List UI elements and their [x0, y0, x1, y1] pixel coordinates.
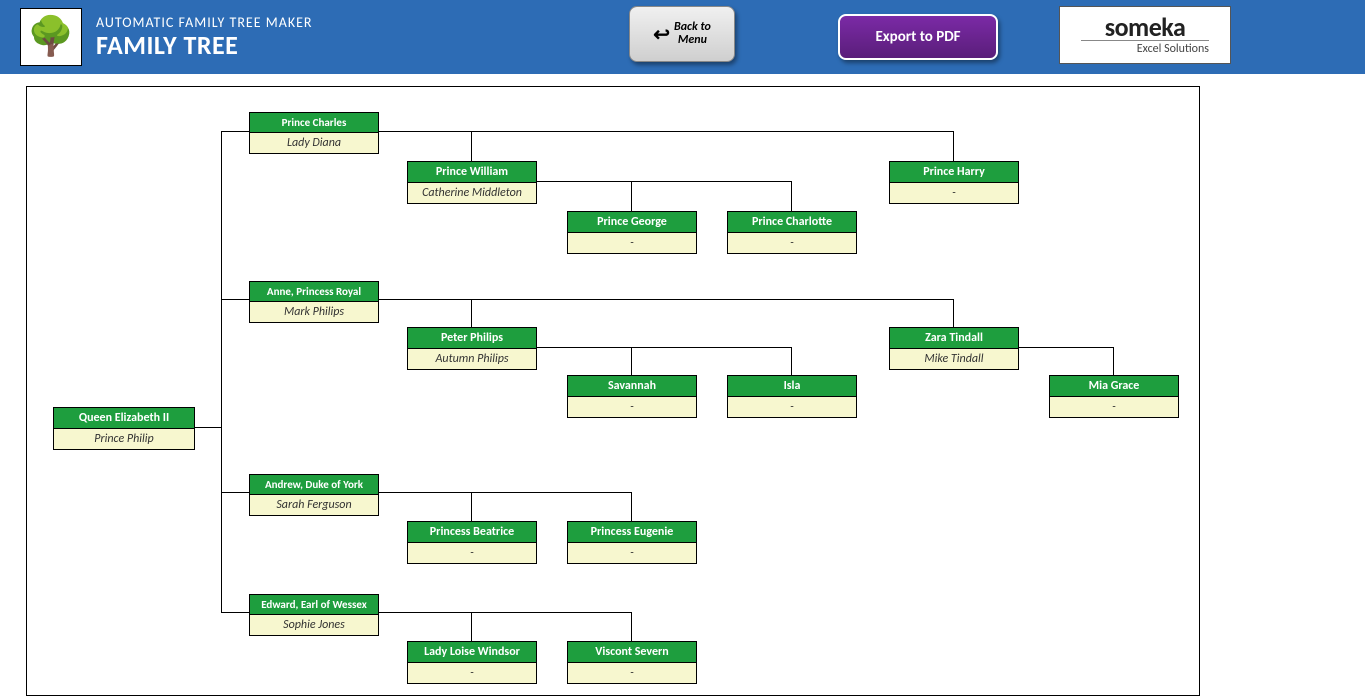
person-zara-tindall[interactable]: Zara Tindall Mike Tindall — [889, 327, 1019, 370]
connector — [471, 131, 472, 161]
family-tree-canvas: Queen Elizabeth II Prince Philip Prince … — [26, 86, 1200, 696]
person-savannah[interactable]: Savannah - — [567, 375, 697, 418]
person-name: Peter Philips — [408, 328, 536, 349]
person-spouse: - — [568, 543, 696, 563]
person-spouse: Mike Tindall — [890, 349, 1018, 369]
connector — [221, 492, 249, 493]
person-prince-william[interactable]: Prince William Catherine Middleton — [407, 161, 537, 204]
back-to-menu-button[interactable]: ↩ Back to Menu — [629, 6, 735, 62]
person-beatrice[interactable]: Princess Beatrice - — [407, 521, 537, 564]
connector — [1019, 347, 1113, 348]
connector — [537, 181, 791, 182]
person-name: Anne, Princess Royal — [250, 282, 378, 302]
connector — [221, 131, 249, 132]
connector — [1113, 347, 1114, 375]
person-prince-charlotte[interactable]: Prince Charlotte - — [727, 211, 857, 254]
person-spouse: Prince Philip — [54, 429, 194, 449]
person-name: Viscont Severn — [568, 642, 696, 663]
connector — [631, 181, 632, 211]
person-andrew[interactable]: Andrew, Duke of York Sarah Ferguson — [249, 474, 379, 516]
person-spouse: Sophie Jones — [250, 615, 378, 635]
app-header: 🌳 AUTOMATIC FAMILY TREE MAKER FAMILY TRE… — [0, 0, 1365, 74]
back-to-menu-label: Back to Menu — [674, 21, 711, 47]
connector — [631, 492, 632, 521]
person-spouse: - — [408, 543, 536, 563]
person-name: Princess Beatrice — [408, 522, 536, 543]
person-name: Queen Elizabeth II — [54, 408, 194, 429]
person-mia-grace[interactable]: Mia Grace - — [1049, 375, 1179, 418]
person-name: Edward, Earl of Wessex — [250, 595, 378, 615]
tree-canvas-wrap: Queen Elizabeth II Prince Philip Prince … — [0, 74, 1365, 696]
person-isla[interactable]: Isla - — [727, 375, 857, 418]
person-name: Lady Loise Windsor — [408, 642, 536, 663]
connector — [221, 131, 222, 613]
person-spouse: Mark Philips — [250, 302, 378, 322]
person-spouse: Catherine Middleton — [408, 183, 536, 203]
brand-tagline: Excel Solutions — [1081, 40, 1209, 56]
connector — [791, 181, 792, 211]
person-name: Princess Eugenie — [568, 522, 696, 543]
connector — [631, 612, 632, 641]
person-prince-charles[interactable]: Prince Charles Lady Diana — [249, 112, 379, 154]
person-eugenie[interactable]: Princess Eugenie - — [567, 521, 697, 564]
header-subtitle: AUTOMATIC FAMILY TREE MAKER — [96, 14, 313, 31]
export-pdf-label: Export to PDF — [875, 28, 960, 46]
person-name: Prince Charles — [250, 113, 378, 133]
person-spouse: - — [568, 233, 696, 253]
export-pdf-button[interactable]: Export to PDF — [838, 14, 998, 60]
person-lady-loise[interactable]: Lady Loise Windsor - — [407, 641, 537, 684]
person-edward[interactable]: Edward, Earl of Wessex Sophie Jones — [249, 594, 379, 636]
person-spouse: - — [1050, 397, 1178, 417]
app-logo: 🌳 — [20, 8, 82, 66]
brand-name: someka — [1105, 15, 1186, 39]
connector — [379, 492, 631, 493]
person-spouse: - — [890, 183, 1018, 203]
person-name: Prince Harry — [890, 162, 1018, 183]
connector — [631, 347, 632, 375]
person-spouse: Lady Diana — [250, 133, 378, 153]
connector — [379, 131, 953, 132]
person-name: Prince Charlotte — [728, 212, 856, 233]
person-spouse: Sarah Ferguson — [250, 495, 378, 515]
connector — [471, 299, 472, 327]
person-peter-philips[interactable]: Peter Philips Autumn Philips — [407, 327, 537, 370]
connector — [221, 299, 249, 300]
connector — [379, 299, 953, 300]
connector — [953, 131, 954, 161]
header-titles: AUTOMATIC FAMILY TREE MAKER FAMILY TREE — [96, 14, 313, 61]
person-prince-harry[interactable]: Prince Harry - — [889, 161, 1019, 204]
person-root[interactable]: Queen Elizabeth II Prince Philip — [53, 407, 195, 450]
person-name: Prince William — [408, 162, 536, 183]
back-arrow-icon: ↩ — [653, 22, 670, 47]
connector — [791, 347, 792, 375]
tree-icon: 🌳 — [27, 14, 74, 60]
person-spouse: - — [728, 233, 856, 253]
person-name: Zara Tindall — [890, 328, 1018, 349]
brand-logo[interactable]: someka Excel Solutions — [1059, 6, 1231, 64]
connector — [471, 492, 472, 521]
person-viscont-severn[interactable]: Viscont Severn - — [567, 641, 697, 684]
connector — [471, 612, 472, 641]
person-spouse: - — [568, 397, 696, 417]
person-name: Andrew, Duke of York — [250, 475, 378, 495]
person-name: Savannah — [568, 376, 696, 397]
person-name: Prince George — [568, 212, 696, 233]
person-name: Mia Grace — [1050, 376, 1178, 397]
person-prince-george[interactable]: Prince George - — [567, 211, 697, 254]
person-name: Isla — [728, 376, 856, 397]
person-spouse: - — [728, 397, 856, 417]
person-anne[interactable]: Anne, Princess Royal Mark Philips — [249, 281, 379, 323]
person-spouse: - — [408, 663, 536, 683]
connector — [221, 612, 249, 613]
person-spouse: - — [568, 663, 696, 683]
connector — [537, 347, 791, 348]
connector — [379, 612, 631, 613]
page-title: FAMILY TREE — [96, 29, 313, 61]
connector — [195, 427, 221, 428]
person-spouse: Autumn Philips — [408, 349, 536, 369]
connector — [953, 299, 954, 327]
